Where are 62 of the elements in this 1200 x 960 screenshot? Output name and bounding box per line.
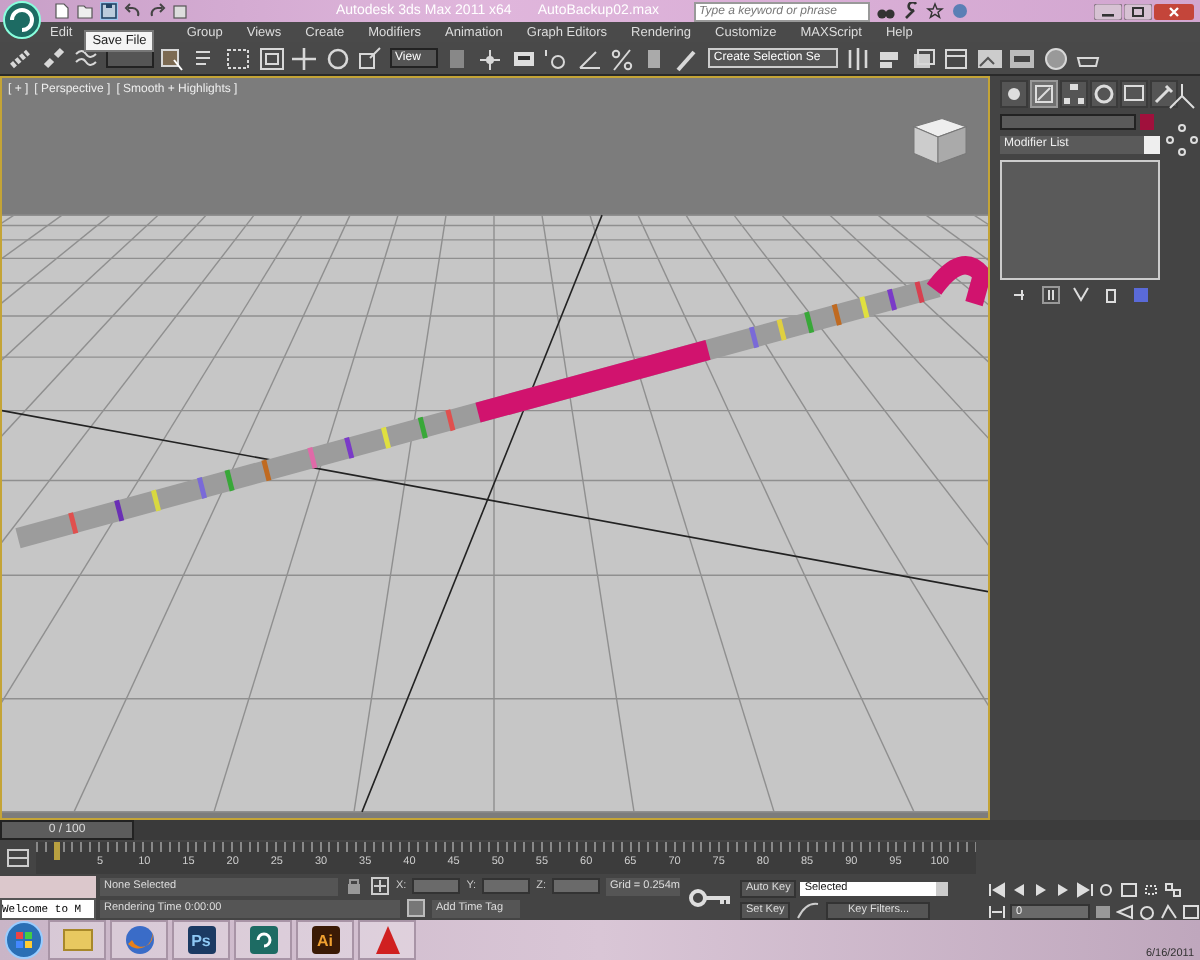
key-tangent-icon[interactable]	[794, 900, 823, 920]
coordinate-field[interactable]	[551, 878, 600, 894]
object-color-swatch[interactable]	[1140, 114, 1154, 130]
panel-icon[interactable]	[1008, 45, 1037, 71]
modify-icon	[1032, 82, 1056, 106]
scale-icon[interactable]	[356, 45, 384, 71]
start-orb-icon[interactable]	[4, 920, 44, 960]
utilities-icon	[1152, 82, 1176, 106]
axis-icon[interactable]	[476, 45, 505, 71]
current-frame-marker	[54, 842, 60, 860]
dots-circle-icon[interactable]	[1164, 122, 1200, 158]
chain-link-icon[interactable]	[6, 45, 34, 71]
field-of-view-icon[interactable]	[1116, 903, 1134, 919]
taskbar-button[interactable]	[358, 920, 416, 960]
script-input-field[interactable]	[0, 876, 96, 898]
coordinate-field[interactable]	[482, 878, 531, 894]
nested-squares-icon[interactable]	[257, 45, 285, 71]
coordinate-field[interactable]	[412, 878, 461, 894]
save-icon[interactable]	[100, 2, 118, 20]
modifier-stack-list[interactable]	[1000, 160, 1160, 280]
taskbar-button[interactable]	[234, 920, 292, 960]
zoom-extents-all-icon[interactable]	[1164, 881, 1182, 897]
taskbar-button[interactable]: Ps	[172, 920, 230, 960]
previous-frame-icon[interactable]	[1010, 881, 1028, 897]
percent-icon[interactable]	[608, 45, 637, 71]
maximize-icon[interactable]	[1124, 3, 1152, 19]
panel-tab[interactable]	[1120, 80, 1148, 108]
lock-icon[interactable]	[343, 876, 364, 896]
go-to-start-icon[interactable]	[988, 881, 1006, 897]
go-to-end-icon[interactable]	[1076, 881, 1094, 897]
undo-icon[interactable]	[124, 2, 142, 20]
app-logo: Ai	[311, 926, 339, 954]
display-icon	[1122, 82, 1146, 106]
panel-tab[interactable]	[1150, 80, 1178, 108]
app-logo: Ps	[187, 926, 215, 954]
sphere-icon[interactable]	[1041, 45, 1070, 71]
window-icon[interactable]	[942, 45, 971, 71]
mirror-icon[interactable]	[843, 45, 872, 71]
pause-icon[interactable]	[1042, 286, 1060, 304]
view-cube-icon[interactable]	[912, 117, 968, 165]
next-frame-icon[interactable]	[1054, 881, 1072, 897]
object-name-field[interactable]	[1000, 114, 1136, 130]
dashed-square-icon[interactable]	[224, 45, 252, 71]
taskbar-button[interactable]: Ai	[296, 920, 354, 960]
broken-chain-icon[interactable]	[39, 45, 67, 71]
minimize-icon[interactable]	[1094, 3, 1122, 19]
rotate-icon[interactable]	[323, 45, 351, 71]
taskbar-button[interactable]	[110, 920, 168, 960]
move-arrows-icon[interactable]	[290, 45, 318, 71]
select-cursor-icon[interactable]	[158, 45, 186, 71]
layers-icon[interactable]	[909, 45, 938, 71]
hierarchy-icon	[1062, 82, 1086, 106]
panel-tab[interactable]	[1030, 80, 1058, 108]
star-icon[interactable]	[925, 2, 944, 20]
wave-icon[interactable]	[72, 45, 100, 71]
track-view-icon[interactable]	[6, 848, 30, 868]
picture-icon[interactable]	[975, 45, 1004, 71]
close-icon[interactable]	[1154, 3, 1194, 19]
play-icon[interactable]	[1032, 881, 1050, 897]
panel-tab[interactable]	[1060, 80, 1088, 108]
redo-icon[interactable]	[148, 2, 166, 20]
angle-snap-icon[interactable]	[575, 45, 604, 71]
